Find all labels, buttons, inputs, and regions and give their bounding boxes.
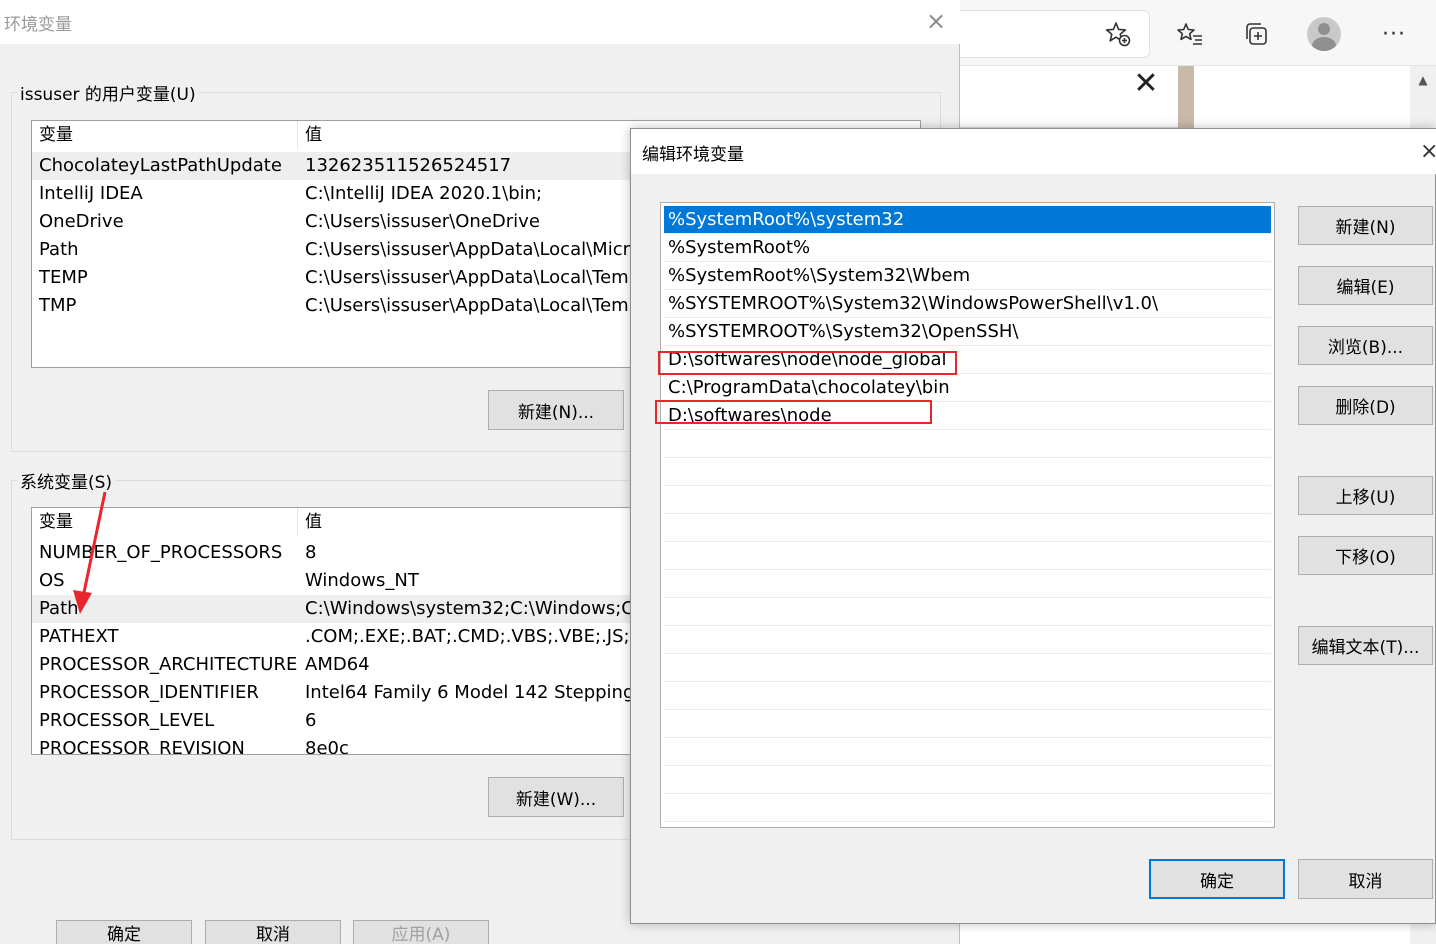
list-item-empty[interactable] (664, 486, 1271, 514)
list-item-empty[interactable] (664, 458, 1271, 486)
env-dialog-titlebar (0, 0, 960, 44)
list-item[interactable]: %SystemRoot% (664, 234, 1271, 262)
column-header-variable[interactable]: 变量 (32, 121, 298, 149)
collections-stack-icon (1246, 23, 1267, 45)
profile-button[interactable] (1306, 16, 1342, 52)
more-button[interactable]: ··· (1376, 16, 1412, 52)
list-item-selected[interactable]: %SystemRoot%\system32 (664, 206, 1271, 234)
env-ok-button[interactable]: 确定 (56, 920, 192, 944)
edit-dialog-title: 编辑环境变量 (642, 145, 744, 165)
more-icon: ··· (1382, 21, 1406, 47)
system-new-button[interactable]: 新建(W)... (488, 777, 624, 817)
edit-dialog-close-icon[interactable]: × (1420, 138, 1436, 166)
path-entries-list[interactable]: %SystemRoot%\system32 %SystemRoot% %Syst… (660, 202, 1275, 828)
list-item-empty[interactable] (664, 738, 1271, 766)
star-plus-icon (1105, 22, 1131, 47)
edit-entry-button[interactable]: 编辑(E) (1298, 266, 1433, 305)
red-arrow-annotation-icon (73, 491, 107, 614)
env-dialog-close-icon[interactable]: × (922, 6, 950, 36)
env-cancel-button[interactable]: 取消 (205, 920, 341, 944)
list-item-empty[interactable] (664, 682, 1271, 710)
list-item-empty[interactable] (664, 430, 1271, 458)
env-apply-button[interactable]: 应用(A) (353, 920, 489, 944)
favorites-icon[interactable] (1172, 16, 1208, 52)
list-item-empty[interactable] (664, 514, 1271, 542)
edit-dialog-titlebar (631, 129, 1436, 174)
list-item-empty[interactable] (664, 542, 1271, 570)
browse-button[interactable]: 浏览(B)... (1298, 326, 1433, 365)
delete-button[interactable]: 删除(D) (1298, 386, 1433, 425)
list-item-empty[interactable] (664, 766, 1271, 794)
background-divider (1178, 66, 1194, 128)
move-up-button[interactable]: 上移(U) (1298, 476, 1433, 515)
scroll-up-icon[interactable]: ▲ (1410, 70, 1436, 90)
list-item[interactable]: %SYSTEMROOT%\System32\OpenSSH\ (664, 318, 1271, 346)
cancel-button[interactable]: 取消 (1298, 859, 1433, 899)
list-item-empty[interactable] (664, 710, 1271, 738)
list-item[interactable]: C:\ProgramData\chocolatey\bin (664, 374, 1271, 402)
list-item-empty[interactable] (664, 794, 1271, 822)
list-item-empty[interactable] (664, 654, 1271, 682)
list-item-empty[interactable] (664, 626, 1271, 654)
star-list-icon (1177, 23, 1202, 45)
close-icon[interactable]: ✕ (1132, 69, 1160, 99)
red-highlight-box (658, 351, 957, 375)
favorite-add-icon[interactable] (1100, 16, 1136, 52)
list-item[interactable]: %SYSTEMROOT%\System32\WindowsPowerShell\… (664, 290, 1271, 318)
list-item[interactable]: %SystemRoot%\System32\Wbem (664, 262, 1271, 290)
user-new-button[interactable]: 新建(N)... (488, 390, 624, 430)
user-vars-label: issuser 的用户变量(U) (17, 80, 199, 105)
ok-button[interactable]: 确定 (1149, 859, 1285, 899)
red-highlight-box (655, 400, 932, 424)
collections-icon[interactable] (1238, 16, 1274, 52)
edit-text-button[interactable]: 编辑文本(T)... (1298, 626, 1433, 665)
new-entry-button[interactable]: 新建(N) (1298, 206, 1433, 245)
move-down-button[interactable]: 下移(O) (1298, 536, 1433, 575)
env-dialog-title: 环境变量 (4, 15, 72, 35)
list-item-empty[interactable] (664, 570, 1271, 598)
avatar (1307, 17, 1341, 51)
list-item-empty[interactable] (664, 598, 1271, 626)
